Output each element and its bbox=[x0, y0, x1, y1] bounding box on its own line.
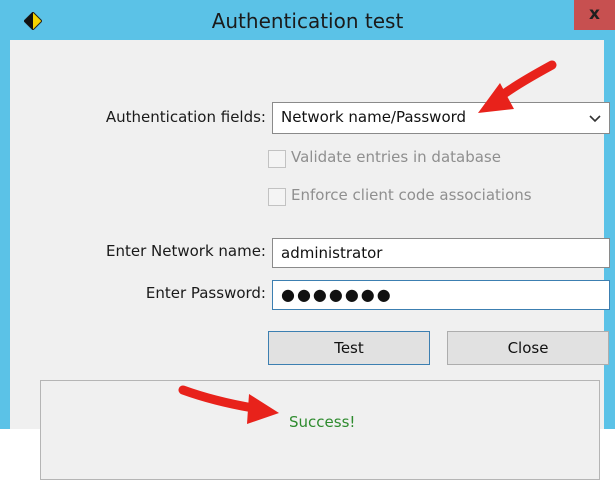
password-label: Enter Password: bbox=[145, 284, 266, 302]
annotation-arrow-top bbox=[478, 60, 557, 113]
window-title: Authentication test bbox=[211, 9, 404, 33]
auth-fields-value: Network name/Password bbox=[281, 108, 467, 126]
network-name-input[interactable]: administrator bbox=[272, 238, 610, 268]
annotation-arrow-bottom bbox=[178, 385, 279, 424]
success-message: Success! bbox=[289, 413, 356, 431]
auth-fields-label: Authentication fields: bbox=[105, 108, 266, 126]
enforce-client-codes-label: Enforce client code associations bbox=[291, 186, 532, 204]
auth-test-dialog: Authentication test x Authentication fie… bbox=[0, 0, 615, 480]
enforce-client-codes-checkbox[interactable] bbox=[268, 188, 286, 206]
close-window-button[interactable]: x bbox=[574, 0, 615, 30]
close-button[interactable]: Close bbox=[447, 331, 609, 365]
network-name-label: Enter Network name: bbox=[105, 242, 266, 260]
validate-entries-checkbox[interactable] bbox=[268, 150, 286, 168]
validate-entries-label: Validate entries in database bbox=[291, 148, 501, 166]
title-bar[interactable]: Authentication test x bbox=[0, 0, 615, 40]
result-panel: Success! bbox=[40, 380, 600, 480]
password-input[interactable]: ●●●●●●● bbox=[272, 280, 610, 310]
chevron-down-icon bbox=[589, 115, 601, 123]
test-button[interactable]: Test bbox=[268, 331, 430, 365]
